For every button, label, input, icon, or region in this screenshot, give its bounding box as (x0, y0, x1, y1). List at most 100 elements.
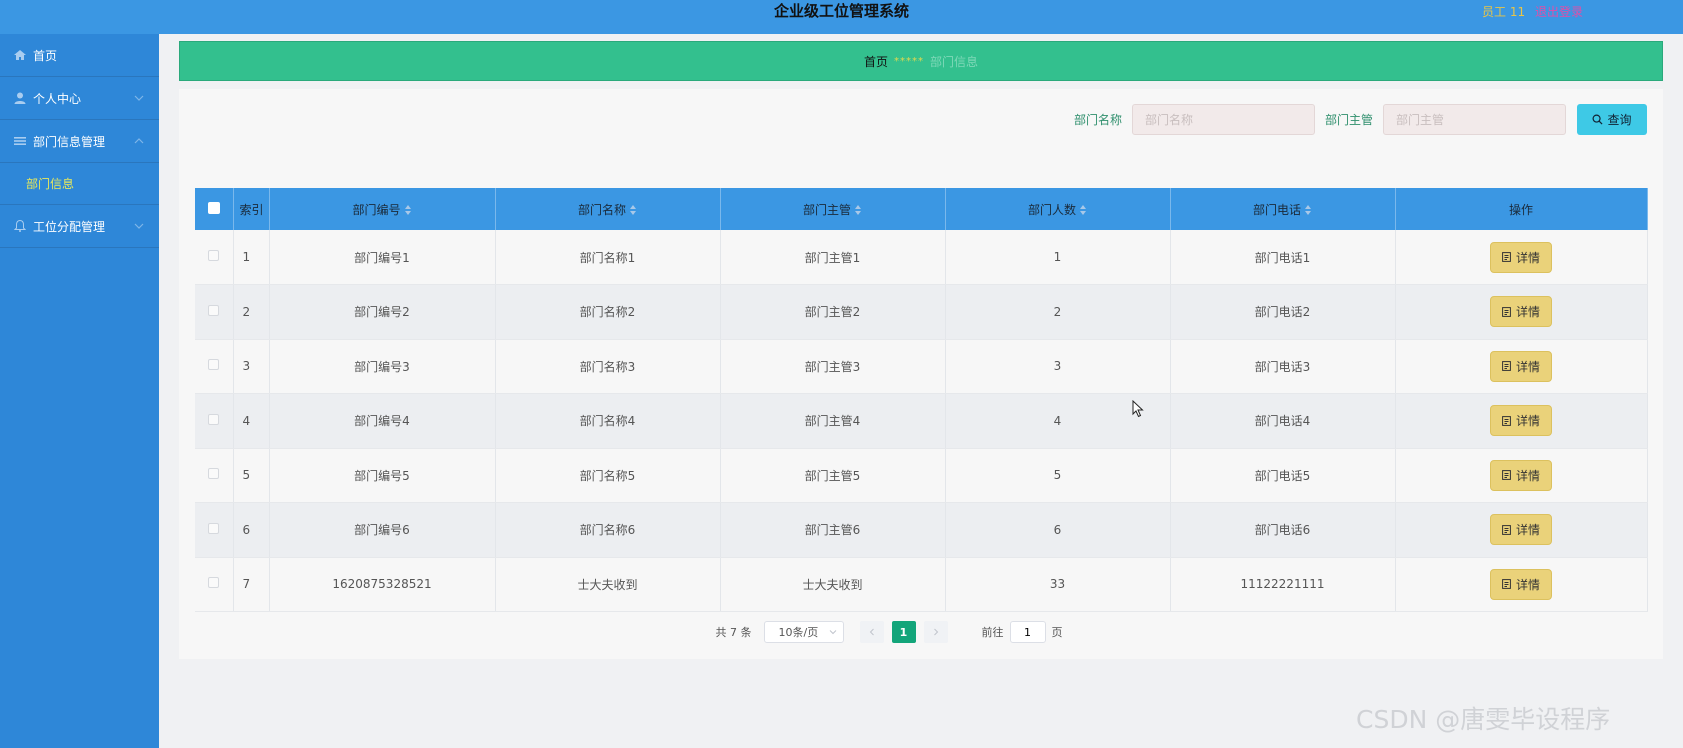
table-row: 7 1620875328521 士大夫收到 士大夫收到 33 111222211… (195, 557, 1648, 612)
user-icon (14, 92, 26, 104)
cell-index: 4 (233, 393, 270, 449)
detail-button[interactable]: 详情 (1490, 405, 1552, 437)
detail-button[interactable]: 详情 (1490, 459, 1552, 491)
cell-index: 2 (233, 284, 270, 340)
sort-icon (630, 205, 637, 215)
breadcrumb-separator: ***** (894, 55, 924, 67)
document-icon (1502, 470, 1511, 481)
sidebar-item-label: 工位分配管理 (33, 219, 106, 234)
cell-manager: 部门主管6 (720, 502, 946, 558)
cell-name: 部门名称4 (495, 393, 721, 449)
cell-name: 部门名称5 (495, 448, 721, 503)
table-row: 3 部门编号3 部门名称3 部门主管3 3 部门电话3 详情 (195, 339, 1648, 394)
list-icon (14, 137, 26, 145)
home-icon (14, 50, 26, 60)
search-icon (1592, 114, 1603, 125)
page-suffix-label: 页 (1051, 626, 1063, 639)
column-header-actions: 操作 (1395, 188, 1648, 230)
row-checkbox[interactable] (195, 393, 234, 449)
cell-name: 部门名称3 (495, 339, 721, 394)
cell-actions: 详情 (1395, 448, 1648, 503)
cell-name: 部门名称6 (495, 502, 721, 558)
sidebar-item-label: 个人中心 (33, 91, 82, 106)
cell-count: 5 (945, 448, 1171, 503)
cell-code: 部门编号3 (269, 339, 496, 394)
cell-index: 7 (233, 557, 270, 612)
chevron-down-icon (134, 223, 144, 229)
document-icon (1502, 524, 1511, 535)
department-manager-label: 部门主管 (1324, 113, 1373, 127)
row-checkbox[interactable] (195, 284, 234, 340)
sort-icon (404, 205, 412, 215)
page-number-button[interactable]: 1 (891, 621, 916, 643)
cell-code: 部门编号1 (269, 230, 496, 285)
cell-name: 部门名称2 (495, 284, 721, 340)
column-header-count[interactable]: 部门人数 (945, 188, 1171, 230)
sidebar: 首页 个人中心 部门信息管理 部门信息 工位分配管理 (0, 34, 159, 748)
cell-code: 部门编号4 (269, 393, 496, 449)
document-icon (1502, 415, 1511, 426)
current-user: 员工 11 (1482, 5, 1526, 19)
goto-label: 前往 (981, 626, 1004, 639)
select-all-checkbox[interactable] (195, 188, 234, 230)
chevron-right-icon (933, 628, 938, 636)
detail-button[interactable]: 详情 (1490, 241, 1552, 273)
sort-icon (855, 205, 862, 215)
cell-actions: 详情 (1395, 393, 1648, 449)
row-checkbox[interactable] (195, 502, 234, 558)
column-header-code[interactable]: 部门编号 (269, 188, 496, 230)
cell-code: 部门编号6 (269, 502, 496, 558)
cell-manager: 部门主管1 (720, 230, 946, 285)
row-checkbox[interactable] (195, 339, 234, 394)
mouse-cursor-icon (1132, 400, 1144, 418)
detail-button[interactable]: 详情 (1490, 514, 1552, 546)
cell-name: 部门名称1 (495, 230, 721, 285)
department-table: 索引 部门编号 部门名称 部门主管 部门人数 部门电话 操作 1 部门编号1 部… (195, 188, 1648, 612)
department-manager-input[interactable] (1383, 104, 1566, 135)
cell-code: 部门编号5 (269, 448, 496, 503)
cell-phone: 11122221111 (1170, 557, 1396, 612)
pagination: 共 7 条 10条/页 1 前往 页 (147, 621, 1631, 643)
chevron-down-icon (134, 95, 144, 101)
cell-code: 部门编号2 (269, 284, 496, 340)
cell-actions: 详情 (1395, 230, 1648, 285)
row-checkbox[interactable] (195, 230, 234, 285)
row-checkbox[interactable] (195, 557, 234, 612)
top-header: 企业级工位管理系统 员工 11 退出登录 (0, 0, 1683, 34)
sidebar-item-personal-center[interactable]: 个人中心 (0, 77, 159, 120)
cell-index: 5 (233, 448, 270, 503)
department-name-input[interactable] (1131, 104, 1315, 135)
search-button[interactable]: 查询 (1577, 104, 1647, 135)
document-icon (1502, 361, 1511, 372)
cell-name: 士大夫收到 (495, 557, 721, 612)
column-header-manager[interactable]: 部门主管 (720, 188, 946, 230)
goto-page-input[interactable] (1009, 621, 1046, 643)
next-page-button[interactable] (923, 621, 948, 643)
chevron-down-icon (829, 630, 836, 635)
prev-page-button[interactable] (859, 621, 884, 643)
detail-button[interactable]: 详情 (1490, 568, 1552, 600)
detail-button[interactable]: 详情 (1490, 296, 1552, 328)
department-name-label: 部门名称 (1073, 113, 1122, 127)
sidebar-item-home[interactable]: 首页 (0, 34, 159, 77)
cell-actions: 详情 (1395, 502, 1648, 558)
sidebar-item-workstation-allocation[interactable]: 工位分配管理 (0, 205, 159, 248)
column-header-phone[interactable]: 部门电话 (1170, 188, 1396, 230)
detail-button[interactable]: 详情 (1490, 350, 1552, 382)
logout-link[interactable]: 退出登录 (1535, 3, 1583, 20)
breadcrumb-current: 部门信息 (930, 54, 979, 69)
sidebar-item-label: 部门信息管理 (33, 134, 106, 149)
cell-index: 3 (233, 339, 270, 394)
breadcrumb-home[interactable]: 首页 (864, 53, 888, 70)
search-form: 部门名称 部门主管 查询 (1074, 104, 1647, 135)
sidebar-item-department-management[interactable]: 部门信息管理 (0, 120, 159, 163)
cell-phone: 部门电话5 (1170, 448, 1396, 503)
column-header-name[interactable]: 部门名称 (495, 188, 721, 230)
sidebar-item-department-info[interactable]: 部门信息 (0, 163, 159, 205)
cell-manager: 士大夫收到 (720, 557, 946, 612)
row-checkbox[interactable] (195, 448, 234, 503)
page-size-select[interactable]: 10条/页 (763, 621, 844, 643)
cell-count: 1 (945, 230, 1171, 285)
cell-phone: 部门电话2 (1170, 284, 1396, 340)
chevron-left-icon (869, 628, 874, 636)
